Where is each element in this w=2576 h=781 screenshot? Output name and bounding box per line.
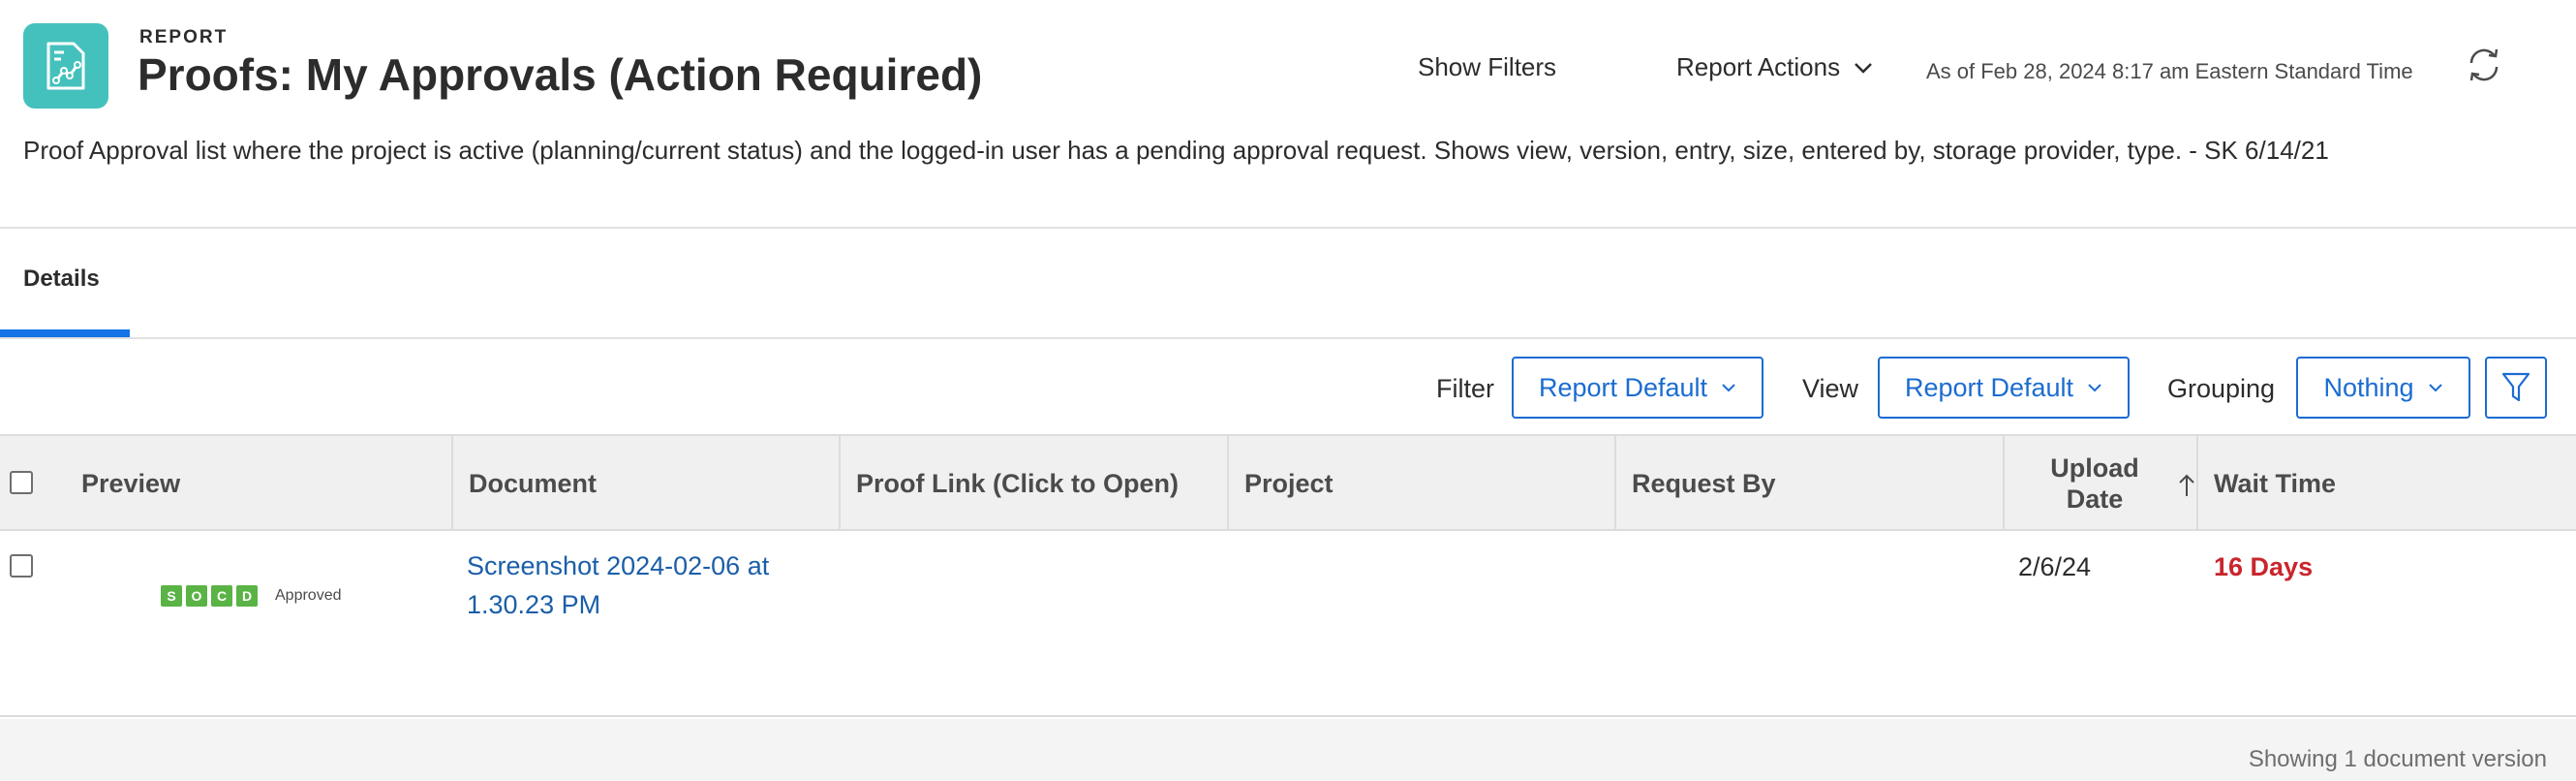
funnel-icon [2501, 372, 2530, 402]
chevron-down-icon [1722, 384, 1735, 392]
table-footer: Showing 1 document version [0, 719, 2576, 781]
table-header: Preview Document Proof Link (Click to Op… [0, 434, 2576, 531]
page-title: Proofs: My Approvals (Action Required) [138, 49, 983, 100]
column-header-document[interactable]: Document [469, 436, 597, 531]
filter-dropdown-value: Report Default [1538, 372, 1708, 402]
filter-funnel-button[interactable] [2485, 357, 2547, 419]
grouping-label: Grouping [2167, 374, 2276, 403]
column-header-preview[interactable]: Preview [81, 436, 180, 531]
chevron-down-icon [1855, 62, 1872, 74]
document-link[interactable]: Screenshot 2024-02-06 at 1.30.23 PM [467, 547, 825, 624]
chevron-down-icon [2428, 384, 2442, 392]
column-header-upload-date[interactable]: Upload Date [2022, 436, 2167, 531]
report-description: Proof Approval list where the project is… [23, 136, 2329, 165]
show-filters-button[interactable]: Show Filters [1418, 52, 1556, 82]
tab-bar: Details [0, 231, 2576, 339]
wait-time-cell: 16 Days [2214, 552, 2314, 581]
grouping-dropdown[interactable]: Nothing [2296, 357, 2470, 419]
proof-status-label: Approved [275, 587, 342, 604]
report-chart-icon [23, 23, 108, 109]
report-header: REPORT Proofs: My Approvals (Action Requ… [0, 0, 2576, 229]
view-label: View [1802, 374, 1859, 403]
status-badge: D [236, 585, 258, 607]
report-actions-button[interactable]: Report Actions [1676, 52, 1873, 82]
view-dropdown-value: Report Default [1904, 372, 2074, 402]
upload-date-header-label: Upload Date [2050, 453, 2139, 514]
column-header-proof-link[interactable]: Proof Link (Click to Open) [856, 436, 1179, 531]
proof-status-preview[interactable]: S O C D Approved [161, 585, 342, 607]
status-badge: C [211, 585, 232, 607]
report-eyebrow: REPORT [139, 27, 229, 47]
select-all-checkbox[interactable] [10, 471, 33, 494]
results-count: Showing 1 document version [2248, 746, 2547, 772]
status-badge: S [161, 585, 182, 607]
status-badge: O [186, 585, 207, 607]
refresh-icon[interactable] [2466, 47, 2502, 83]
column-header-request-by[interactable]: Request By [1632, 436, 1776, 531]
column-header-project[interactable]: Project [1244, 436, 1334, 531]
filter-label: Filter [1436, 374, 1494, 403]
row-select-checkbox[interactable] [10, 554, 33, 578]
table-row[interactable]: S O C D Approved Screenshot 2024-02-06 a… [0, 531, 2576, 717]
tab-details[interactable]: Details [23, 266, 100, 293]
report-actions-label: Report Actions [1676, 52, 1841, 81]
upload-date-cell: 2/6/24 [2018, 552, 2092, 581]
as-of-timestamp: As of Feb 28, 2024 8:17 am Eastern Stand… [1926, 59, 2413, 83]
filter-dropdown[interactable]: Report Default [1512, 357, 1763, 419]
column-header-wait-time[interactable]: Wait Time [2214, 436, 2336, 531]
view-dropdown[interactable]: Report Default [1878, 357, 2130, 419]
sort-ascending-icon[interactable] [2177, 473, 2196, 498]
chevron-down-icon [2088, 384, 2101, 392]
active-tab-indicator [0, 329, 130, 337]
grouping-dropdown-value: Nothing [2323, 372, 2414, 402]
